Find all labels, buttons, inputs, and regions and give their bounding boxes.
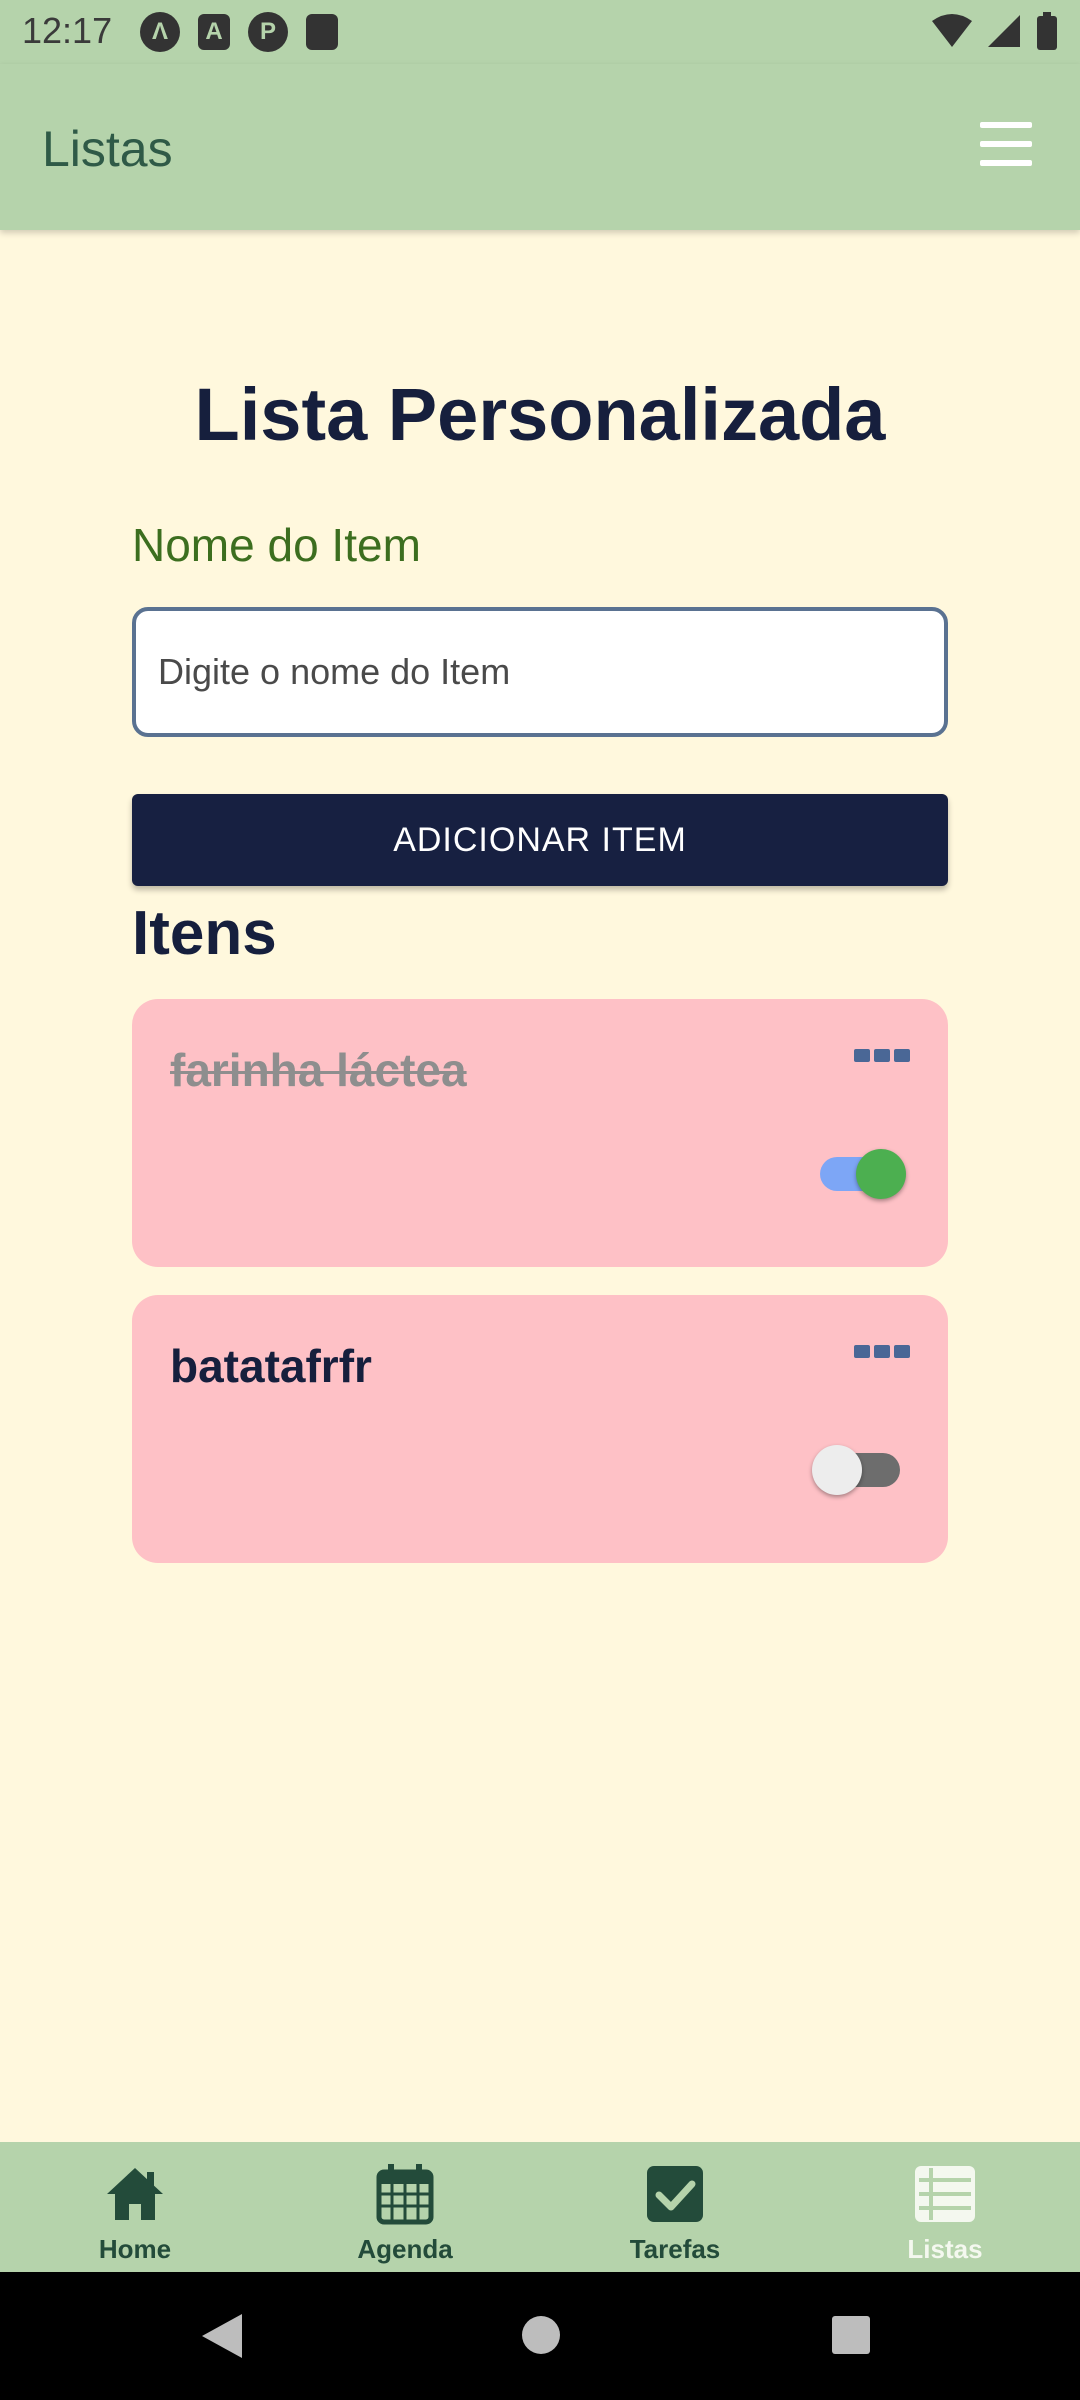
status-time: 12:17 (22, 10, 113, 51)
system-nav-bar (0, 2272, 1080, 2400)
home-icon (107, 2168, 163, 2220)
item-done-toggle[interactable] (820, 1139, 906, 1199)
battery-icon (1037, 12, 1057, 50)
signal-icon (988, 15, 1020, 47)
nav-home-label: Home (98, 2234, 172, 2264)
hamburger-menu-icon[interactable] (980, 122, 1032, 168)
list-item-name: batatafrfr (170, 1340, 372, 1392)
status-icons-left: Λ A P (140, 12, 338, 52)
page-title: Lista Personalizada (194, 373, 886, 456)
item-done-toggle[interactable] (812, 1435, 900, 1495)
p-badge-icon: P (248, 12, 288, 52)
item-name-label: Nome do Item (132, 519, 421, 571)
a-badge-icon: A (198, 14, 230, 50)
status-icons-right (932, 12, 1058, 50)
app-notification-icon: Λ (140, 12, 180, 52)
more-options-icon[interactable] (854, 1049, 910, 1065)
nav-tarefas[interactable]: Tarefas (540, 2142, 810, 2272)
bottom-nav: Home Agenda Tarefas Listas (0, 2142, 1080, 2272)
nav-listas-label: Listas (907, 2234, 983, 2264)
add-item-button[interactable]: ADICIONAR ITEM (132, 794, 948, 886)
wifi-icon (932, 14, 972, 47)
status-bar: 12:17 Λ A P (0, 0, 1080, 64)
checkbox-icon (647, 2166, 703, 2222)
nav-tarefas-label: Tarefas (629, 2234, 721, 2264)
list-item: farinha láctea (132, 999, 948, 1267)
calendar-icon (376, 2164, 434, 2225)
recents-icon[interactable] (830, 2312, 872, 2358)
items-section-title: Itens (132, 899, 277, 968)
back-icon[interactable] (200, 2312, 244, 2360)
nav-agenda-label: Agenda (357, 2234, 453, 2264)
sd-card-icon (306, 14, 338, 50)
app-bar: Listas (0, 64, 1080, 230)
toggle-thumb (812, 1445, 862, 1495)
toggle-thumb (856, 1149, 906, 1199)
app-title: Listas (42, 121, 173, 177)
nav-listas[interactable]: Listas (810, 2142, 1080, 2272)
list-item: batatafrfr (132, 1295, 948, 1563)
item-name-input[interactable] (132, 607, 948, 737)
list-item-name: farinha láctea (170, 1044, 467, 1096)
list-icon (915, 2166, 975, 2222)
more-options-icon[interactable] (854, 1345, 910, 1361)
home-circle-icon[interactable] (520, 2312, 562, 2358)
nav-home[interactable]: Home (0, 2142, 270, 2272)
nav-agenda[interactable]: Agenda (270, 2142, 540, 2272)
